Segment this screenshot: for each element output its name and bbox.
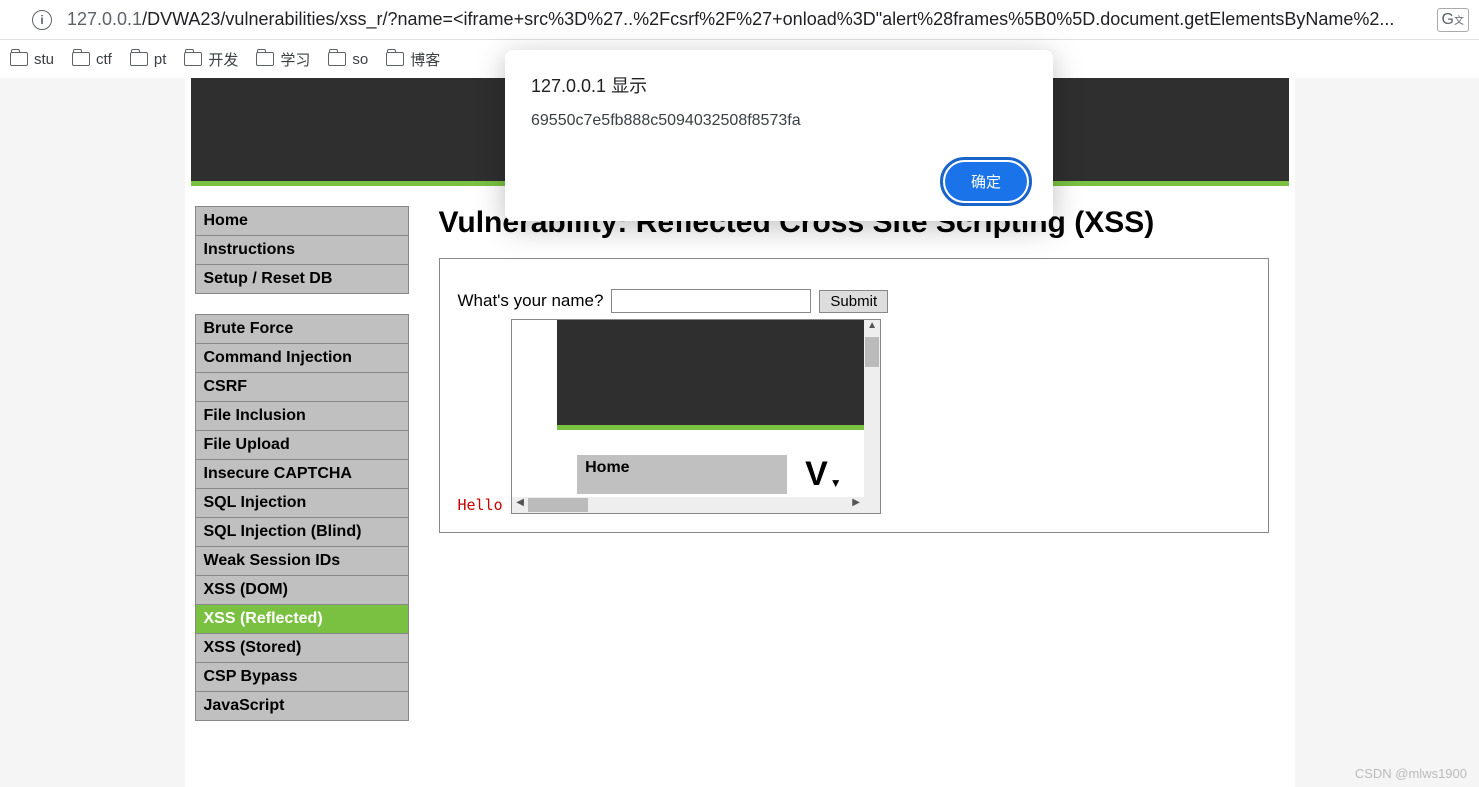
- inner-row: Home V ▼: [512, 455, 864, 494]
- url-path: /DVWA23/vulnerabilities/xss_r/?name=<ifr…: [142, 9, 1394, 29]
- alert-actions: 确定: [531, 162, 1027, 201]
- folder-icon: [328, 52, 346, 66]
- name-input[interactable]: [611, 289, 811, 313]
- site-info-icon[interactable]: i: [32, 10, 52, 30]
- menu-group-1: HomeInstructionsSetup / Reset DB: [195, 206, 409, 294]
- bookmark-label: so: [352, 51, 368, 68]
- sidebar-item-javascript[interactable]: JavaScript: [195, 692, 409, 721]
- result-area: Hello Home V ▼ ▲: [458, 319, 1250, 514]
- sidebar: HomeInstructionsSetup / Reset DB Brute F…: [191, 206, 409, 741]
- form-row: What's your name? Submit: [458, 289, 1250, 313]
- bookmark-label: 开发: [208, 49, 238, 70]
- bookmark-label: 学习: [280, 49, 310, 70]
- alert-ok-button[interactable]: 确定: [945, 162, 1027, 201]
- menu-group-2: Brute ForceCommand InjectionCSRFFile Inc…: [195, 314, 409, 721]
- injected-iframe[interactable]: Home V ▼ ▲ ◀: [511, 319, 881, 514]
- sidebar-item-insecure-captcha[interactable]: Insecure CAPTCHA: [195, 460, 409, 489]
- bookmark-label: stu: [34, 51, 54, 68]
- sidebar-item-file-inclusion[interactable]: File Inclusion: [195, 402, 409, 431]
- sidebar-item-home[interactable]: Home: [195, 206, 409, 236]
- sidebar-item-csrf[interactable]: CSRF: [195, 373, 409, 402]
- form-label: What's your name?: [458, 291, 604, 311]
- iframe-content: Home V ▼: [512, 320, 864, 497]
- js-alert-dialog: 127.0.0.1 显示 69550c7e5fb888c5094032508f8…: [505, 50, 1053, 221]
- folder-icon: [386, 52, 404, 66]
- inner-home-item[interactable]: Home: [577, 455, 787, 494]
- bookmark-label: ctf: [96, 51, 112, 68]
- sidebar-item-instructions[interactable]: Instructions: [195, 236, 409, 265]
- folder-icon: [256, 52, 274, 66]
- scroll-right-icon[interactable]: ▶: [848, 497, 864, 513]
- page-body: HomeInstructionsSetup / Reset DB Brute F…: [191, 186, 1289, 741]
- folder-icon: [10, 52, 28, 66]
- scroll-left-icon[interactable]: ◀: [512, 497, 528, 513]
- bookmark-so[interactable]: so: [328, 51, 368, 68]
- chevron-down-icon: ▼: [830, 476, 842, 490]
- iframe-scrollbar-horizontal[interactable]: ◀ ▶: [512, 497, 864, 513]
- bookmark-label: 博客: [410, 49, 440, 70]
- address-bar: i 127.0.0.1/DVWA23/vulnerabilities/xss_r…: [0, 0, 1479, 40]
- scroll-thumb-v[interactable]: [865, 337, 879, 367]
- bookmark-学习[interactable]: 学习: [256, 49, 310, 70]
- sidebar-item-command-injection[interactable]: Command Injection: [195, 344, 409, 373]
- scroll-thumb-h[interactable]: [528, 498, 588, 512]
- inner-heading-fragment: V: [805, 455, 828, 494]
- vulnerable-form-box: What's your name? Submit Hello Home V: [439, 258, 1269, 533]
- url-text[interactable]: 127.0.0.1/DVWA23/vulnerabilities/xss_r/?…: [67, 9, 1427, 30]
- translate-icon[interactable]: G文: [1437, 8, 1469, 32]
- sidebar-item-brute-force[interactable]: Brute Force: [195, 314, 409, 344]
- scroll-up-icon[interactable]: ▲: [864, 320, 880, 336]
- sidebar-item-weak-session-ids[interactable]: Weak Session IDs: [195, 547, 409, 576]
- sidebar-item-csp-bypass[interactable]: CSP Bypass: [195, 663, 409, 692]
- sidebar-item-xss-reflected-[interactable]: XSS (Reflected): [195, 605, 409, 634]
- bookmark-label: pt: [154, 51, 167, 68]
- alert-title: 127.0.0.1 显示: [531, 72, 1027, 98]
- folder-icon: [130, 52, 148, 66]
- folder-icon: [72, 52, 90, 66]
- bookmark-pt[interactable]: pt: [130, 51, 167, 68]
- scroll-track-h: [528, 497, 848, 513]
- alert-message: 69550c7e5fb888c5094032508f8573fa: [531, 112, 1027, 130]
- submit-button[interactable]: Submit: [819, 290, 888, 313]
- iframe-scrollbar-vertical[interactable]: ▲: [864, 320, 880, 513]
- url-host: 127.0.0.1: [67, 9, 142, 29]
- hello-text: Hello: [458, 496, 503, 514]
- sidebar-item-sql-injection[interactable]: SQL Injection: [195, 489, 409, 518]
- sidebar-item-sql-injection-blind-[interactable]: SQL Injection (Blind): [195, 518, 409, 547]
- watermark: CSDN @mlws1900: [1355, 766, 1467, 781]
- folder-icon: [184, 52, 202, 66]
- bookmark-ctf[interactable]: ctf: [72, 51, 112, 68]
- sidebar-item-file-upload[interactable]: File Upload: [195, 431, 409, 460]
- sidebar-item-setup-reset-db[interactable]: Setup / Reset DB: [195, 265, 409, 294]
- sidebar-item-xss-dom-[interactable]: XSS (DOM): [195, 576, 409, 605]
- inner-banner: [557, 320, 864, 430]
- bookmark-stu[interactable]: stu: [10, 51, 54, 68]
- sidebar-item-xss-stored-[interactable]: XSS (Stored): [195, 634, 409, 663]
- bookmark-开发[interactable]: 开发: [184, 49, 238, 70]
- bookmark-博客[interactable]: 博客: [386, 49, 440, 70]
- content-area: Vulnerability: Reflected Cross Site Scri…: [439, 206, 1289, 741]
